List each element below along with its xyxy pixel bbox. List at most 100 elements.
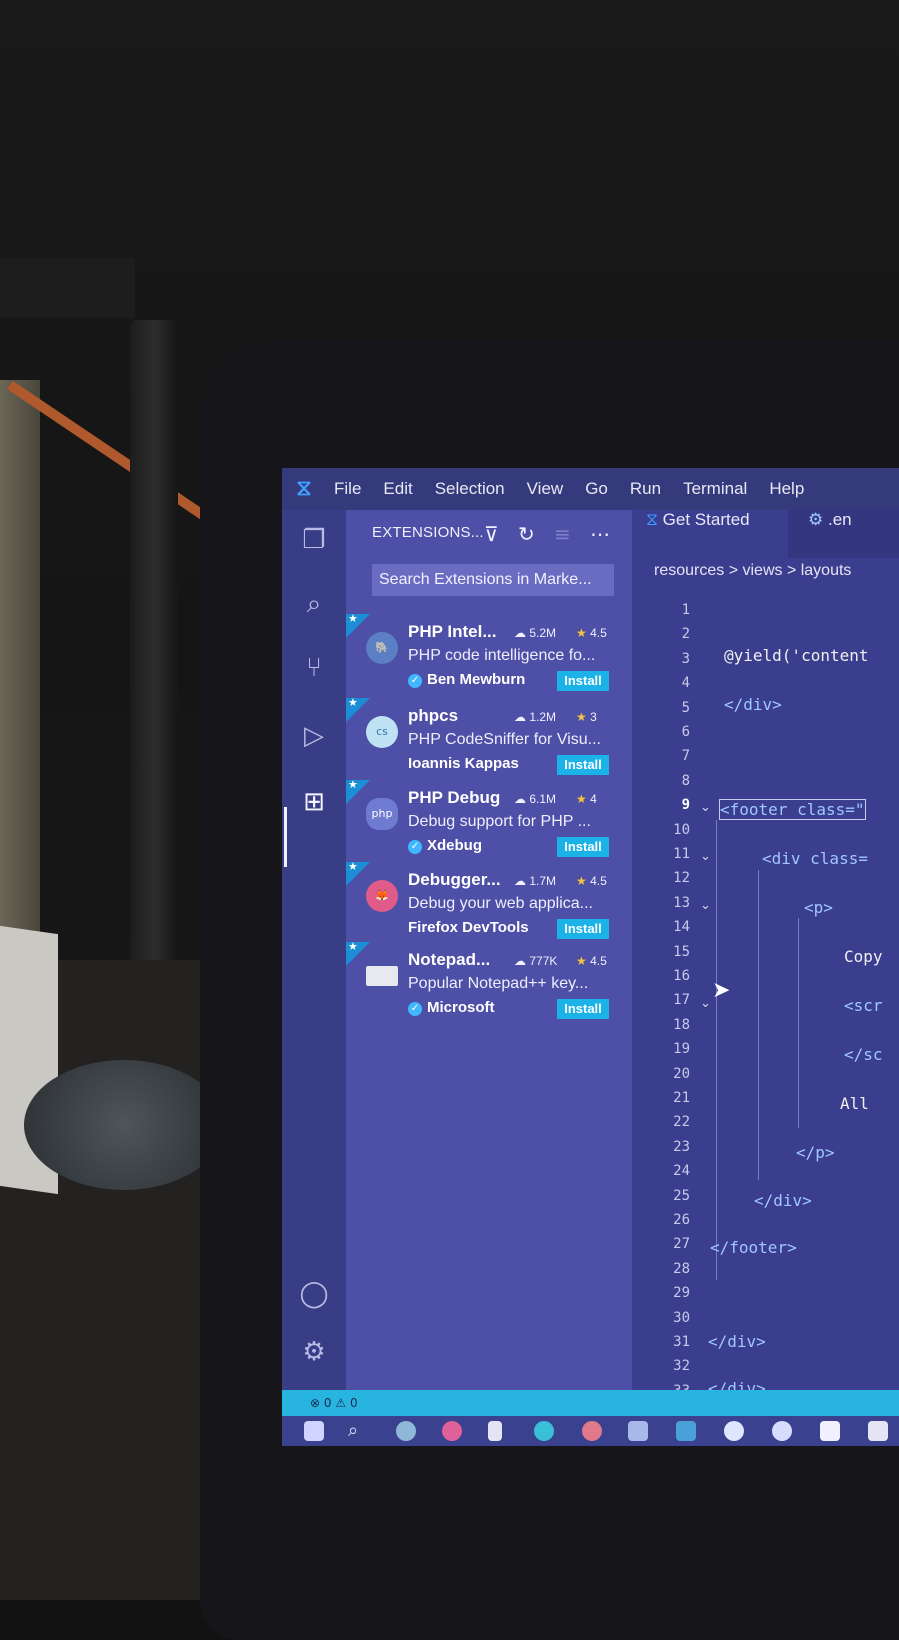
app-icon[interactable] xyxy=(820,1421,840,1441)
search-icon[interactable]: ⌕ xyxy=(298,588,330,620)
extension-item-notepadpp-keymap[interactable]: ★ Notepad... ☁ 777K ★ 4.5 Popular Notepa… xyxy=(346,940,632,1022)
extension-description: Popular Notepad++ key... xyxy=(408,975,589,992)
star-icon: ★ xyxy=(576,874,587,888)
extension-item-phpcs[interactable]: ★ cs phpcs ☁ 1.2M ★ 3 PHP CodeSniffer fo… xyxy=(346,696,632,778)
install-button[interactable]: Install xyxy=(557,671,609,691)
code-line-23[interactable]: </p> xyxy=(796,1143,835,1162)
source-control-icon[interactable]: ⑂ xyxy=(298,652,330,684)
status-bar[interactable]: ⊗ 0 ⚠ 0 xyxy=(282,1390,899,1416)
indent-guide xyxy=(798,918,799,1128)
settings-gear-icon[interactable]: ⚙ xyxy=(298,1336,330,1368)
star-icon: ★ xyxy=(348,696,358,709)
rating: ★ 4.5 xyxy=(576,626,607,640)
taskbar-search-icon[interactable]: ⌕ xyxy=(348,1421,368,1441)
publisher-name: Microsoft xyxy=(427,999,495,1016)
code-line-3[interactable]: @yield('content xyxy=(724,646,869,665)
menu-help[interactable]: Help xyxy=(769,479,804,499)
line-number: 15 xyxy=(673,943,690,960)
menu-run[interactable]: Run xyxy=(630,479,661,499)
more-actions-icon[interactable]: ⋯ xyxy=(590,522,610,546)
rating-value: 4.5 xyxy=(590,954,607,968)
fold-chevron-icon[interactable]: ⌄ xyxy=(700,800,711,815)
code-line-27[interactable]: </footer> xyxy=(710,1238,797,1257)
code-line-15[interactable]: Copy xyxy=(844,947,883,966)
star-icon: ★ xyxy=(348,940,358,953)
download-count: ☁ 6.1M xyxy=(514,792,556,806)
line-number: 21 xyxy=(673,1090,690,1106)
code-line-5[interactable]: </div> xyxy=(724,695,782,714)
error-icon: ⊗ xyxy=(310,1396,321,1410)
code-line-21[interactable]: All xyxy=(840,1094,869,1113)
rating: ★ 4 xyxy=(576,792,597,806)
edge-icon[interactable] xyxy=(534,1421,554,1441)
code-line-17[interactable]: <scr xyxy=(844,996,883,1015)
menu-view[interactable]: View xyxy=(527,479,564,499)
explorer-icon[interactable]: ❐ xyxy=(298,524,330,556)
extensions-sidebar: EXTENSIONS... ⊽ ↻ ≡ ⋯ Search Extensions … xyxy=(346,510,632,1390)
app-icon[interactable] xyxy=(772,1421,792,1441)
error-count: 0 xyxy=(323,1396,332,1410)
star-icon: ★ xyxy=(576,954,587,968)
code-line-13[interactable]: <p> xyxy=(804,898,833,917)
menu-go[interactable]: Go xyxy=(585,479,608,499)
app-icon[interactable] xyxy=(724,1421,744,1441)
windows-start-icon[interactable] xyxy=(304,1421,324,1441)
line-number: 13 xyxy=(673,894,690,911)
install-button[interactable]: Install xyxy=(557,919,609,939)
line-number: 25 xyxy=(673,1187,690,1204)
tab-get-started[interactable]: ⧖ Get Started xyxy=(632,510,788,558)
install-button[interactable]: Install xyxy=(557,837,609,857)
php-logo-icon: php xyxy=(366,798,398,830)
extension-item-php-debug[interactable]: ★ php PHP Debug ☁ 6.1M ★ 4 Debug support… xyxy=(346,778,632,860)
app-icon[interactable] xyxy=(868,1421,888,1441)
extension-item-firefox-debugger[interactable]: ★ 🦊 Debugger... ☁ 1.7M ★ 4.5 Debug your … xyxy=(346,860,632,942)
rating: ★ 4.5 xyxy=(576,874,607,888)
breadcrumb[interactable]: resources > views > layouts xyxy=(654,562,851,580)
warning-icon: ⚠ xyxy=(335,1396,347,1410)
tab-env[interactable]: ⚙ .en xyxy=(808,510,852,558)
vscode-taskbar-icon[interactable] xyxy=(676,1421,696,1441)
menu-edit[interactable]: Edit xyxy=(383,479,412,499)
code-line-25[interactable]: </div> xyxy=(754,1191,812,1210)
extensions-search-input[interactable]: Search Extensions in Marke... xyxy=(372,564,614,596)
install-button[interactable]: Install xyxy=(557,999,609,1019)
publisher: ✓ Ben Mewburn xyxy=(408,671,525,688)
firefox-icon[interactable] xyxy=(582,1421,602,1441)
file-explorer-icon[interactable] xyxy=(628,1421,648,1441)
fold-chevron-icon[interactable]: ⌄ xyxy=(700,849,711,864)
extension-item-php-intelephense[interactable]: ★ 🐘 PHP Intel... ☁ 5.2M ★ 4.5 PHP code i… xyxy=(346,612,632,694)
line-number: 19 xyxy=(673,1041,690,1058)
code-line-31[interactable]: </div> xyxy=(708,1332,766,1351)
file-icon[interactable] xyxy=(488,1421,502,1441)
chrome-icon[interactable] xyxy=(396,1421,416,1441)
run-debug-icon[interactable]: ▷ xyxy=(298,720,330,752)
code-line-9[interactable]: <footer class=" xyxy=(719,799,866,820)
menu-terminal[interactable]: Terminal xyxy=(683,479,747,499)
line-number: 18 xyxy=(673,1016,690,1033)
refresh-icon[interactable]: ↻ xyxy=(518,522,535,546)
downloads-value: 5.2M xyxy=(529,626,557,640)
warning-count: 0 xyxy=(349,1396,358,1410)
line-number: 28 xyxy=(673,1260,690,1277)
fold-chevron-icon[interactable]: ⌄ xyxy=(700,898,711,913)
editor-tabs: ⧖ Get Started ⚙ .en xyxy=(632,510,899,558)
extensions-icon[interactable]: ⊞ xyxy=(298,786,330,818)
notepad-logo-icon xyxy=(366,966,398,986)
clear-icon[interactable]: ≡ xyxy=(554,522,571,546)
filter-icon[interactable]: ⊽ xyxy=(484,522,499,546)
gear-icon: ⚙ xyxy=(808,510,828,529)
opera-icon[interactable] xyxy=(442,1421,462,1441)
cloud-download-icon: ☁ xyxy=(514,710,530,724)
menu-selection[interactable]: Selection xyxy=(435,479,505,499)
active-view-indicator xyxy=(284,807,287,867)
code-line-19[interactable]: </sc xyxy=(844,1045,883,1064)
menu-file[interactable]: File xyxy=(334,479,361,499)
mouse-pointer-icon: ➤ xyxy=(712,978,731,1003)
install-button[interactable]: Install xyxy=(557,755,609,775)
account-icon[interactable]: ◯ xyxy=(298,1278,330,1310)
line-number: 10 xyxy=(673,821,690,838)
fold-chevron-icon[interactable]: ⌄ xyxy=(700,996,711,1011)
publisher-name: Xdebug xyxy=(427,837,482,854)
code-line-11[interactable]: <div class= xyxy=(762,849,868,868)
tab-label: .en xyxy=(827,510,852,529)
